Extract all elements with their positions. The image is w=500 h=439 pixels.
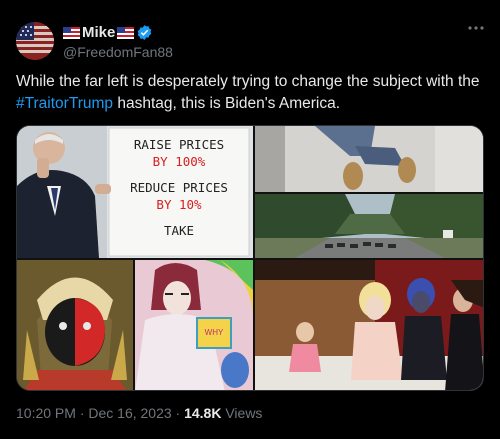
tweet-footer: 10:20 PM · Dec 16, 2023 · 14.8K Views <box>16 405 262 421</box>
hashtag-link[interactable]: #TraitorTrump <box>16 95 113 112</box>
us-flag-avatar-icon <box>16 22 54 60</box>
more-options-icon[interactable] <box>466 22 486 42</box>
sign-line: REDUCE PRICES <box>130 180 228 195</box>
views-count: 14.8K <box>184 405 222 421</box>
media-tile-facepaint[interactable] <box>17 260 133 390</box>
verified-badge-icon <box>138 25 152 40</box>
media-tile-sign[interactable]: RAISE PRICES BY 100% REDUCE PRICES BY 10… <box>17 126 253 258</box>
timestamp[interactable]: 10:20 PM · Dec 16, 2023 · <box>16 405 184 421</box>
tweet-text-end: hashtag, this is Biden's America. <box>113 95 341 112</box>
us-flag-icon <box>63 26 80 39</box>
book-cover-text: WHY <box>205 328 224 337</box>
media-tile-reading[interactable]: WHY <box>135 260 253 390</box>
sign-line: TAKE <box>163 223 195 238</box>
avatar[interactable] <box>16 22 54 60</box>
media-tile-stage[interactable] <box>255 260 483 390</box>
media-tile-road[interactable] <box>255 194 483 258</box>
display-name: Mike <box>82 24 116 41</box>
sign-line-highlight: BY 10% <box>156 197 202 212</box>
sign-line-highlight: BY 100% <box>152 154 206 169</box>
media-collage[interactable]: RAISE PRICES BY 100% REDUCE PRICES BY 10… <box>16 125 484 391</box>
tweet-header: Mike @FreedomFan88 <box>16 22 486 62</box>
display-name-row[interactable]: Mike <box>63 23 173 42</box>
painted-face-image <box>17 260 133 390</box>
sign-text: RAISE PRICES BY 100% REDUCE PRICES BY 10… <box>109 136 249 239</box>
author-names: Mike @FreedomFan88 <box>63 23 173 60</box>
story-reading-image: WHY <box>135 260 253 390</box>
person-on-floor-image <box>255 126 483 192</box>
forest-road-image <box>255 194 483 258</box>
us-flag-icon <box>117 26 135 39</box>
tweet-text: While the far left is desperately trying… <box>16 71 486 115</box>
author-handle[interactable]: @FreedomFan88 <box>63 44 173 60</box>
tweet-text-start: While the far left is desperately trying… <box>16 73 480 90</box>
sign-line: RAISE PRICES <box>133 137 225 152</box>
stage-performance-image <box>255 260 483 390</box>
media-tile-floor[interactable] <box>255 126 483 192</box>
views-label: Views <box>221 405 263 421</box>
